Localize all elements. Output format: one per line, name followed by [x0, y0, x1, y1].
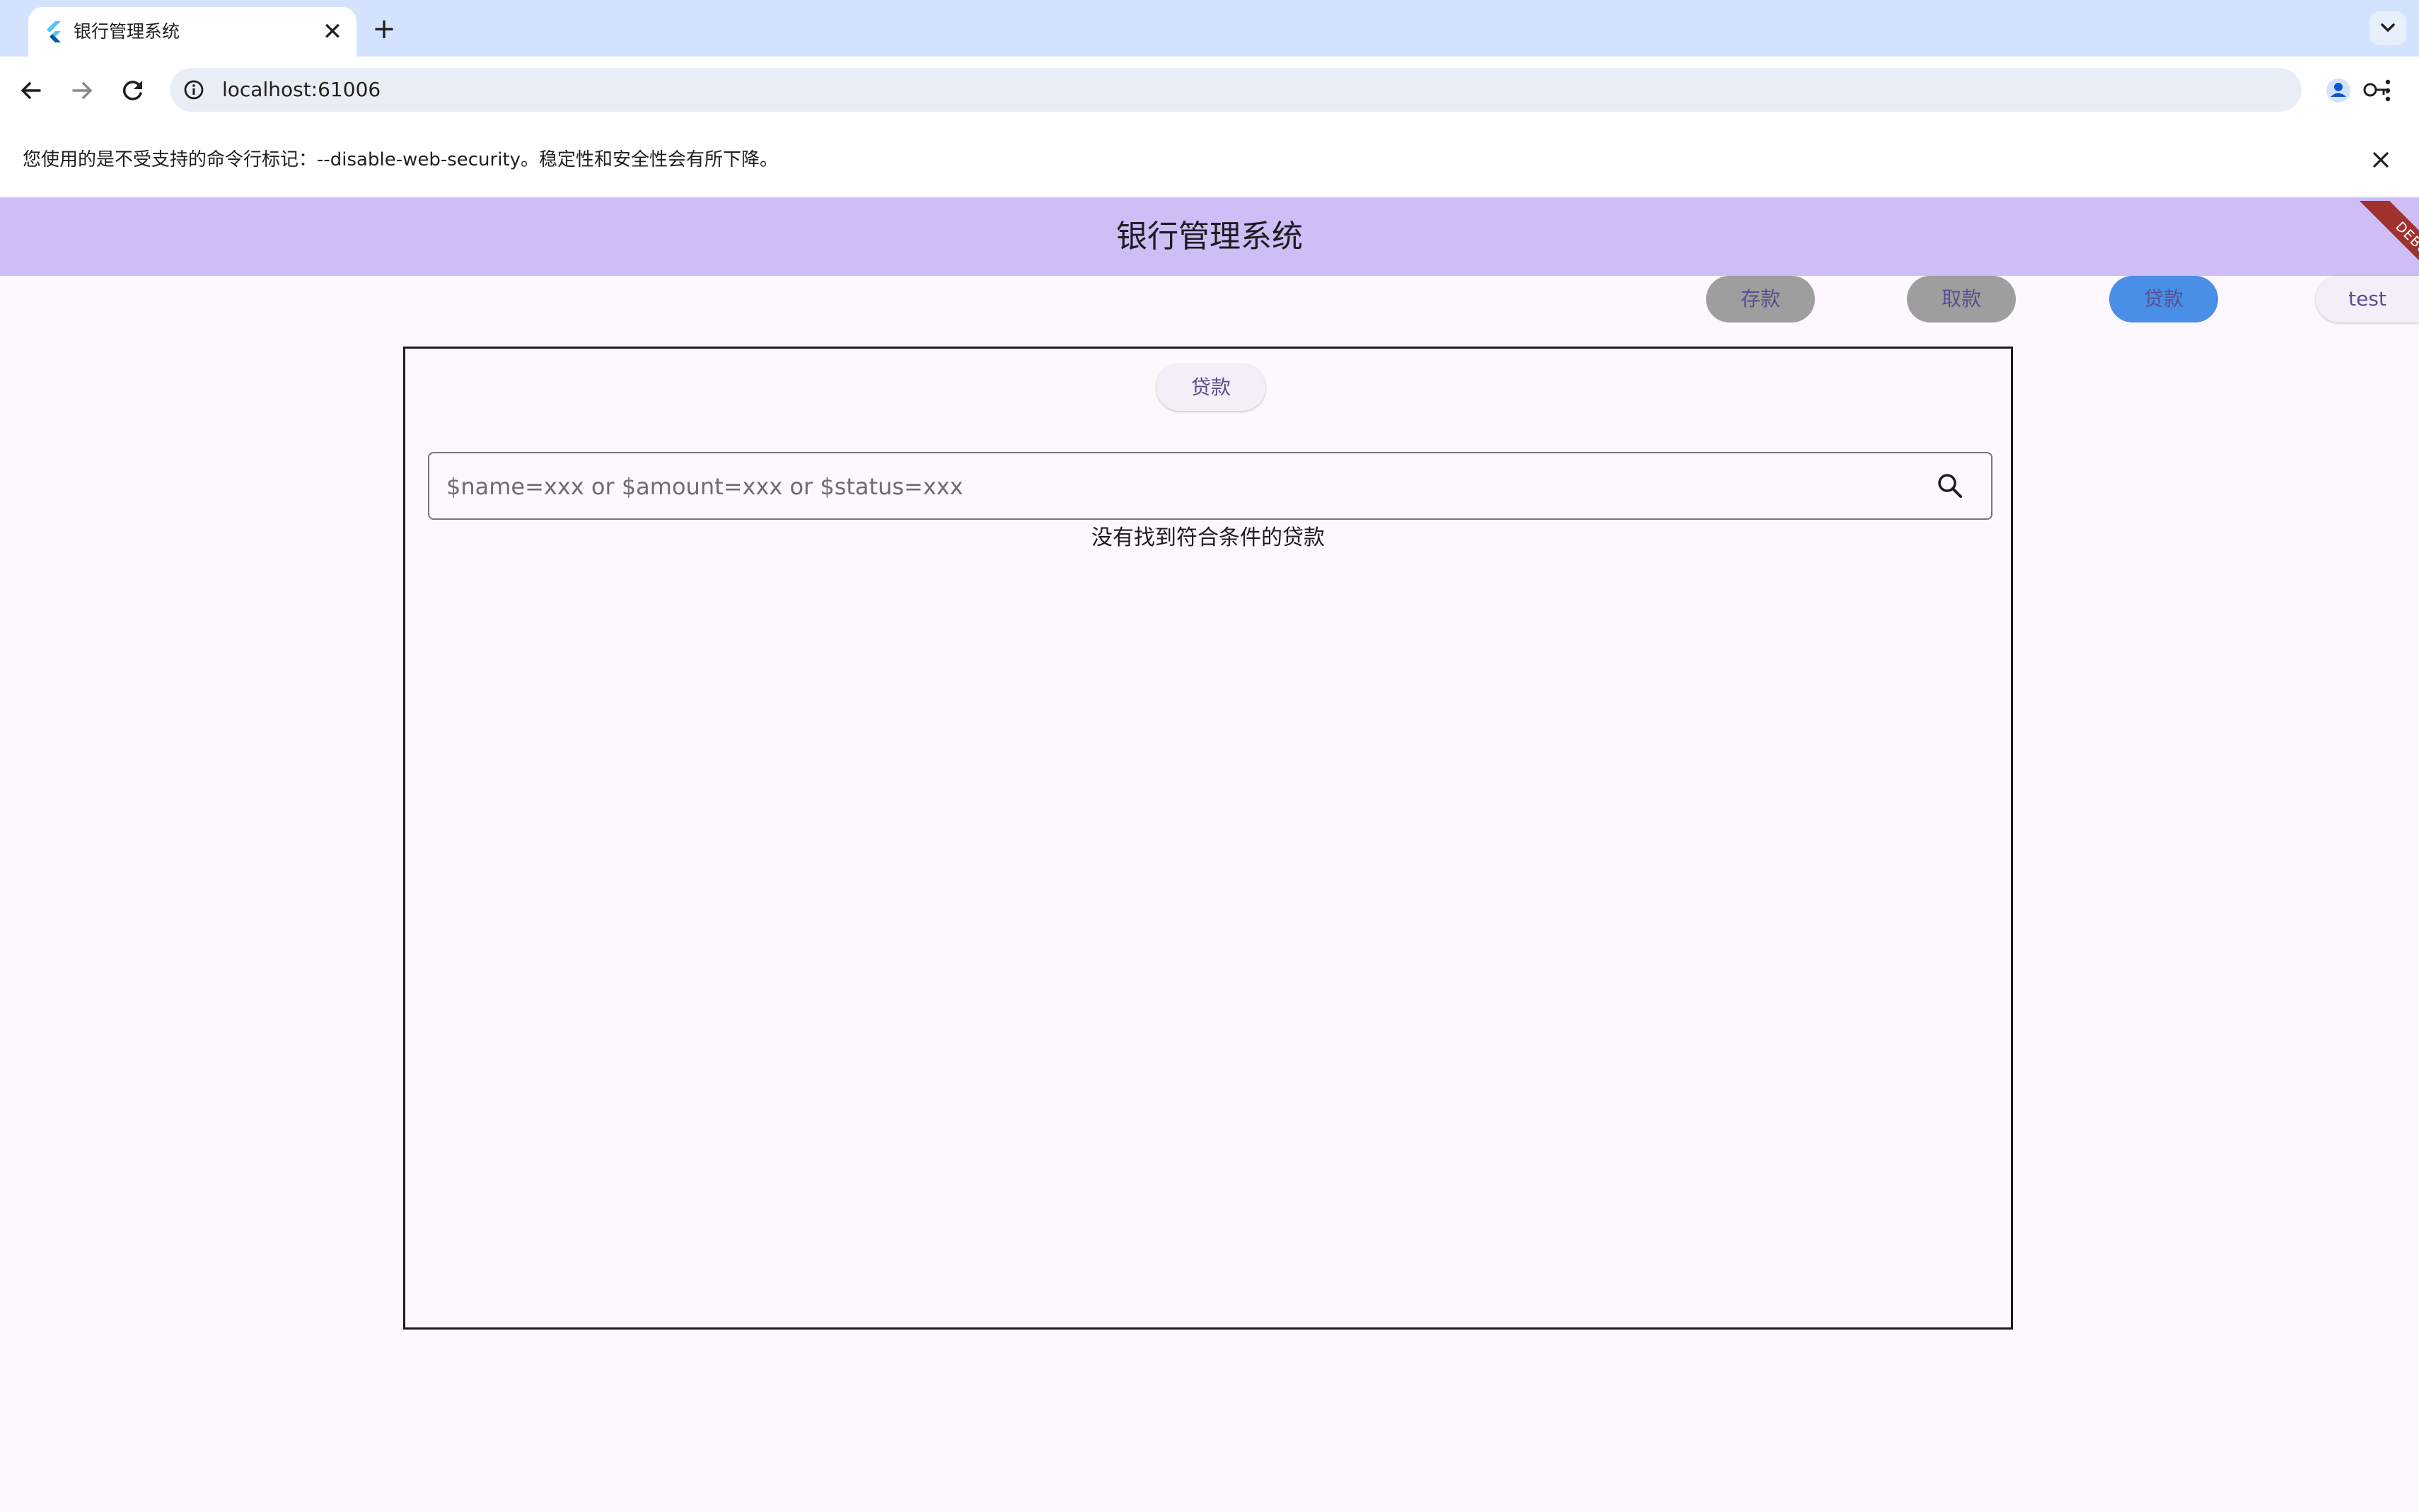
new-tab-button[interactable]: + [368, 13, 400, 45]
loan-action-button[interactable]: 贷款 [1156, 364, 1265, 411]
back-icon[interactable] [14, 74, 48, 107]
menu-icon[interactable] [2374, 74, 2402, 107]
app-bar: 银行管理系统 [0, 198, 2419, 276]
search-field[interactable] [428, 452, 1992, 520]
address-bar[interactable]: localhost:61006 [170, 68, 2389, 112]
user-button[interactable]: test [2316, 276, 2419, 322]
page-title: 银行管理系统 [1116, 219, 1303, 255]
forward-icon[interactable] [65, 74, 99, 107]
tab-close-icon[interactable]: ✕ [318, 18, 347, 46]
info-icon[interactable] [182, 78, 205, 101]
browser-tab[interactable]: 银行管理系统 ✕ [28, 7, 356, 57]
reload-icon[interactable] [116, 74, 150, 107]
tab-title: 银行管理系统 [74, 21, 180, 42]
search-input[interactable] [445, 453, 1919, 520]
nav-deposit-button[interactable]: 存款 [1706, 276, 1815, 322]
empty-state-message: 没有找到符合条件的贷款 [1091, 525, 1325, 550]
search-icon[interactable] [1933, 469, 1967, 503]
chevron-down-icon [2381, 23, 2395, 32]
flutter-icon [47, 21, 61, 42]
browser-tab-strip: 银行管理系统 ✕ + [0, 0, 2419, 57]
loan-panel: 贷款 没有找到符合条件的贷款 [403, 347, 2013, 1330]
profile-icon[interactable] [2321, 74, 2355, 107]
nav-loan-button[interactable]: 贷款 [2109, 276, 2218, 322]
warning-infobar: 您使用的是不受支持的命令行标记：--disable-web-security。稳… [0, 123, 2419, 198]
tab-search-button[interactable] [2369, 11, 2406, 45]
close-icon[interactable] [2367, 146, 2395, 174]
infobar-message: 您使用的是不受支持的命令行标记：--disable-web-security。稳… [23, 149, 779, 170]
nav-withdraw-button[interactable]: 取款 [1907, 276, 2016, 322]
url-text[interactable]: localhost:61006 [222, 68, 381, 112]
